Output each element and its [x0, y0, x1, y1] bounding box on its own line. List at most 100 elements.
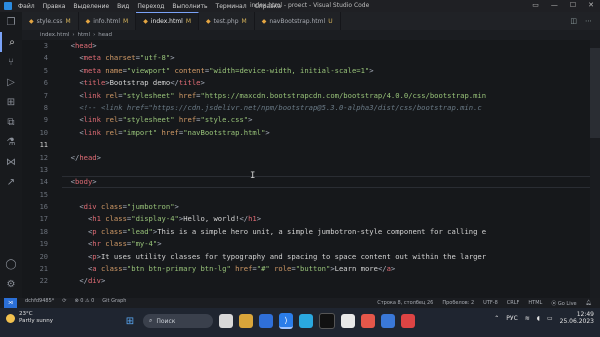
- sync-icon[interactable]: ⟳: [62, 298, 66, 308]
- code-line[interactable]: <div class="jumbotron">: [62, 201, 600, 213]
- live-share-icon[interactable]: ↗: [0, 172, 22, 192]
- cursor-position-status[interactable]: Строка 8, столбец 26: [377, 300, 433, 307]
- menu-item[interactable]: Переход: [137, 3, 164, 10]
- tab-label: style.css: [36, 17, 63, 25]
- line-number: 4: [43, 54, 48, 63]
- extensions-icon[interactable]: ⊞: [0, 92, 22, 112]
- clock[interactable]: 12:49 25.06.2023: [560, 311, 594, 325]
- breadcrumb-item[interactable]: head: [98, 32, 112, 38]
- code-line[interactable]: <link rel="stylesheet" href="style.css">: [62, 114, 600, 126]
- tray-chevron-icon[interactable]: ⌃: [494, 315, 499, 322]
- indentation-status[interactable]: Пробелов: 2: [442, 300, 474, 307]
- go-live-button[interactable]: ⦿ Go Live: [551, 300, 576, 307]
- notifications-bell-icon[interactable]: 🔔︎: [586, 300, 592, 307]
- menu-item[interactable]: Вид: [117, 3, 129, 10]
- weather-widget[interactable]: 23°C Partly sunny: [6, 311, 53, 325]
- app-red-icon[interactable]: [361, 314, 375, 328]
- language-indicator[interactable]: РУС: [506, 315, 517, 322]
- terminal-icon[interactable]: [319, 313, 335, 329]
- code-line[interactable]: <body>: [62, 176, 600, 188]
- explorer-icon[interactable]: ❐: [0, 12, 22, 32]
- code-line[interactable]: </div>: [62, 275, 600, 287]
- code-line[interactable]: [62, 139, 600, 151]
- opera-icon[interactable]: [401, 314, 415, 328]
- branch-status[interactable]: dchfd9485*: [25, 298, 54, 308]
- taskbar-search[interactable]: ⌕ Поиск: [143, 314, 213, 328]
- chrome-icon[interactable]: [341, 314, 355, 328]
- tab-style-css[interactable]: ◆ style.css M: [22, 12, 79, 30]
- language-mode-status[interactable]: HTML: [528, 300, 542, 307]
- more-actions-icon[interactable]: ⋯: [585, 17, 592, 25]
- line-number: 11: [39, 141, 48, 150]
- task-view-icon[interactable]: [219, 314, 233, 328]
- code-area[interactable]: <head> <meta charset="utf-8"> <meta name…: [62, 40, 600, 298]
- app-blue-icon[interactable]: [381, 314, 395, 328]
- code-line[interactable]: <p>It uses utility classes for typograph…: [62, 251, 600, 263]
- code-line[interactable]: <link rel="import" href="navBootstrap.ht…: [62, 127, 600, 139]
- code-line[interactable]: <a class="btn btn-primary btn-lg" href="…: [62, 263, 600, 275]
- window-controls: ▭ — ☐ ✕: [532, 1, 594, 9]
- code-line[interactable]: <meta name="viewport" content="width=dev…: [62, 65, 600, 77]
- code-line[interactable]: <link rel="stylesheet" href="https://max…: [62, 90, 600, 102]
- menu-item[interactable]: Терминал: [216, 3, 247, 10]
- menu-item[interactable]: Выделение: [73, 3, 109, 10]
- line-number: 9: [43, 116, 48, 125]
- tab-navbootstrap-html[interactable]: ◆ navBootstrap.html U: [255, 12, 341, 30]
- remote-indicator-button[interactable]: ⋊: [4, 298, 17, 308]
- menu-item[interactable]: Файл: [18, 3, 35, 10]
- code-line[interactable]: <p class="lead">This is a simple hero un…: [62, 226, 600, 238]
- start-windows-icon[interactable]: ⊞: [123, 314, 137, 328]
- code-editor[interactable]: 3 4 5 6 7 8 9 10 11 12 13 14 15 16 17 18 19 20 21 22 <head>…: [22, 40, 600, 298]
- code-line[interactable]: <hr class="my-4">: [62, 238, 600, 250]
- tab-index-html[interactable]: ◆ index.html M: [136, 12, 200, 30]
- tab-label: test.php: [213, 17, 239, 25]
- taskbar-apps: ⊞ ⌕ Поиск ⟩: [123, 313, 415, 329]
- tab-test-php[interactable]: ◆ test.php M: [199, 12, 255, 30]
- settings-gear-icon[interactable]: ⚙: [0, 274, 22, 294]
- line-number: 14: [39, 178, 48, 187]
- maximize-button[interactable]: ☐: [570, 1, 576, 9]
- breadcrumb-item[interactable]: html: [78, 32, 91, 38]
- file-explorer-icon[interactable]: [239, 314, 253, 328]
- testing-icon[interactable]: ⚗: [0, 132, 22, 152]
- minimap[interactable]: [590, 40, 600, 298]
- close-button[interactable]: ✕: [588, 1, 594, 9]
- clock-date: 25.06.2023: [559, 318, 594, 325]
- minimize-button[interactable]: —: [551, 1, 558, 9]
- remote-explorer-icon[interactable]: ⧉: [0, 112, 22, 132]
- volume-icon[interactable]: ◖: [537, 315, 540, 322]
- git-graph-status[interactable]: Git Graph: [102, 298, 126, 308]
- minimap-slider[interactable]: [590, 48, 600, 138]
- run-debug-icon[interactable]: ▷: [0, 72, 22, 92]
- menu-item[interactable]: Правка: [43, 3, 66, 10]
- code-line[interactable]: <!-- <link href="https://cdn.jsdelivr.ne…: [62, 102, 600, 114]
- account-icon[interactable]: ◯: [0, 254, 22, 274]
- layout-icon[interactable]: ▭: [532, 1, 539, 9]
- menu-item[interactable]: Выполнить: [172, 3, 207, 10]
- encoding-status[interactable]: UTF-8: [483, 300, 498, 307]
- tab-info-html[interactable]: ◆ info.html M: [79, 12, 137, 30]
- code-line[interactable]: [62, 164, 600, 176]
- problems-status[interactable]: ⊗ 0 ⚠ 0: [74, 298, 94, 308]
- line-number: 3: [43, 42, 48, 50]
- code-line[interactable]: <meta charset="utf-8">: [62, 52, 600, 64]
- line-number: 12: [39, 153, 48, 162]
- edge-browser-icon[interactable]: [299, 314, 313, 328]
- code-line[interactable]: <title>Bootstrap demo</title>: [62, 77, 600, 89]
- wifi-icon[interactable]: ≋: [525, 315, 530, 322]
- microsoft-store-icon[interactable]: [259, 314, 273, 328]
- eol-status[interactable]: CRLF: [507, 300, 520, 307]
- split-editor-icon[interactable]: ◫: [570, 17, 577, 25]
- search-icon[interactable]: ⌕: [0, 32, 22, 52]
- code-line[interactable]: [62, 189, 600, 201]
- battery-icon[interactable]: ▭: [547, 315, 553, 322]
- code-line[interactable]: </head>: [62, 152, 600, 164]
- git-graph-icon[interactable]: ⋈: [0, 152, 22, 172]
- line-number: 17: [39, 215, 48, 224]
- vscode-taskbar-icon[interactable]: ⟩: [279, 313, 293, 329]
- breadcrumb-item[interactable]: index.html: [40, 32, 69, 38]
- code-line[interactable]: <head>: [62, 40, 600, 52]
- code-line[interactable]: <h1 class="display-4">Hello, world!</h1>: [62, 213, 600, 225]
- file-type-icon: ◆: [85, 17, 91, 25]
- source-control-icon[interactable]: ⑂: [0, 52, 22, 72]
